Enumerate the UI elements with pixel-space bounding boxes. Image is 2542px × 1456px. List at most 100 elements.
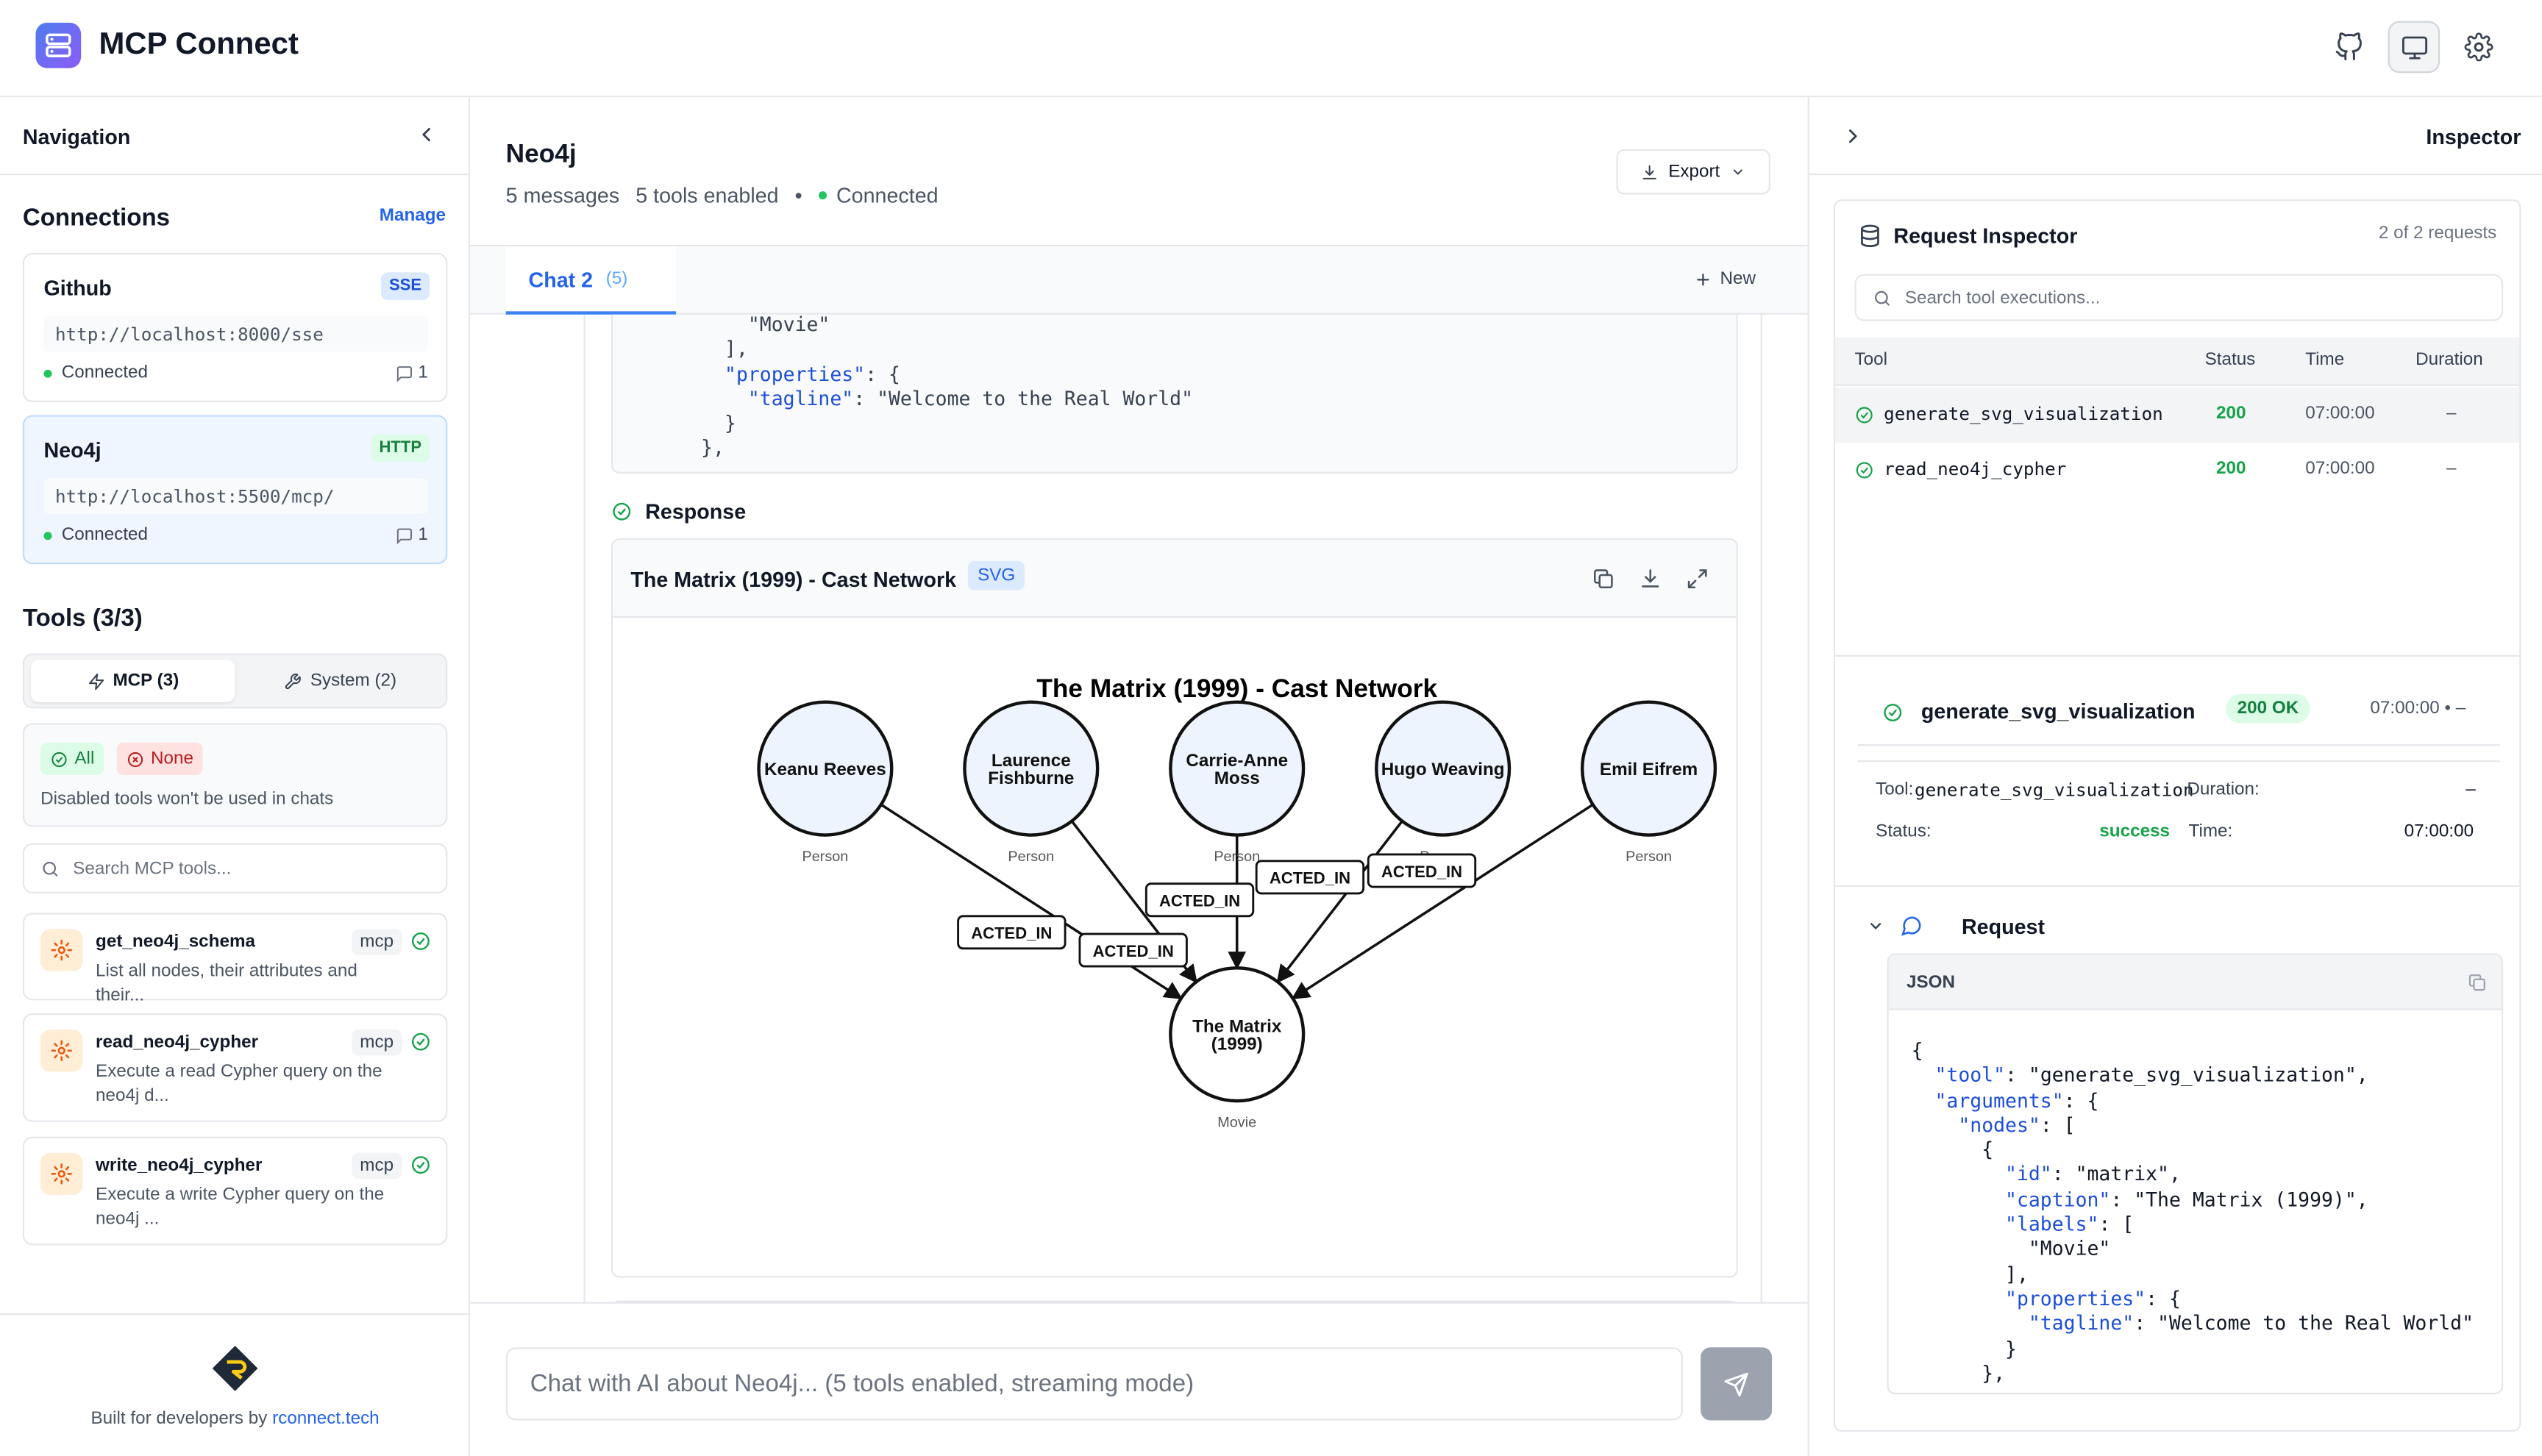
select-all-label: All [74, 749, 95, 769]
code-text: }, [701, 437, 725, 460]
check-circle-icon[interactable] [410, 1155, 432, 1176]
server-icon [46, 33, 71, 57]
left-sidebar: Navigation Connections Manage Github SSE… [0, 97, 471, 1456]
row-duration: – [2446, 404, 2457, 424]
check-circle-icon[interactable] [410, 931, 432, 952]
download-icon[interactable] [1639, 568, 1662, 590]
code-key: "tagline" [2028, 1312, 2135, 1335]
code-line: "arguments": { [1912, 1089, 2474, 1114]
code-line: "tagline": "Welcome to the Real World" [677, 388, 1193, 413]
connection-card-github[interactable]: Github SSE http://localhost:8000/sse Con… [22, 252, 448, 402]
footer-link[interactable]: rconnect.tech [272, 1409, 380, 1428]
message-circle-icon [1901, 916, 1921, 936]
request-section: Request [1835, 885, 2520, 939]
tab-mcp-tools[interactable]: MCP (3) [30, 660, 235, 702]
github-button[interactable] [2323, 21, 2375, 74]
column-duration: Duration [2415, 350, 2483, 370]
code-line: }, [677, 437, 1193, 462]
chevron-down-icon [1733, 169, 1742, 175]
message-count: 1 [396, 363, 428, 382]
edge-label: ACTED_IN [1093, 942, 1174, 960]
monitor-button[interactable] [2388, 21, 2440, 74]
tool-description: Execute a write Cypher query on the neo4… [96, 1185, 385, 1230]
tab-chat-2[interactable]: Chat 2 (5) [505, 246, 677, 315]
zap-icon [88, 672, 104, 690]
code-key: "tool" [1934, 1064, 2006, 1087]
detail-duration-value: – [2466, 779, 2476, 800]
execution-detail: generate_svg_visualization 200 OK 07:00:… [1835, 654, 2520, 841]
code-key: "properties" [2005, 1287, 2146, 1310]
app-title: MCP Connect [99, 27, 299, 62]
tools-segmented-control: MCP (3) System (2) [22, 653, 448, 709]
select-none-button[interactable]: None [116, 742, 204, 775]
json-header: JSON [1888, 954, 2502, 1010]
executions-table-header: Tool Status Time Duration [1835, 337, 2520, 386]
chevron-right-icon[interactable] [1842, 125, 1865, 148]
meta-separator: • [794, 183, 802, 208]
send-button[interactable] [1701, 1347, 1773, 1421]
connection-url: http://localhost:5500/mcp/ [43, 478, 428, 514]
check-circle-icon[interactable] [410, 1031, 432, 1052]
select-none-label: None [150, 749, 193, 769]
select-all-button[interactable]: All [40, 742, 104, 775]
connection-status: Connected [43, 363, 148, 382]
tool-source-tag: mcp [352, 1152, 402, 1179]
code-text: } [724, 412, 736, 435]
tools-enabled-count: 5 tools enabled [636, 183, 779, 208]
code-key: "id" [2005, 1163, 2052, 1186]
execution-search-input[interactable]: Search tool executions... [1854, 274, 2504, 321]
tool-description: List all nodes, their attributes and the… [96, 961, 357, 1006]
message-scroll[interactable]: "Movie" ], "properties": { "tagline": "W… [470, 314, 1807, 1302]
check-circle-icon [1884, 704, 1902, 721]
tool-search-input[interactable]: Search MCP tools... [22, 843, 448, 893]
detail-status-label: Status: [1876, 821, 1932, 842]
copy-icon[interactable] [1592, 568, 1614, 590]
tool-item-get-neo4j-schema[interactable]: get_neo4j_schema mcp List all nodes, the… [22, 913, 448, 1005]
connection-status: Connected [818, 183, 939, 207]
footer-text: Built for developers by rconnect.tech [0, 1409, 470, 1428]
code-line: "Movie" [1912, 1238, 2474, 1263]
code-line: { [1912, 1138, 2474, 1163]
node-name-line: Laurence [991, 751, 1071, 771]
connection-name: Github [43, 275, 112, 300]
tool-item-read-neo4j-cypher[interactable]: read_neo4j_cypher mcp Execute a read Cyp… [22, 1013, 448, 1122]
tool-item-write-neo4j-cypher[interactable]: write_neo4j_cypher mcp Execute a write C… [22, 1136, 448, 1246]
chat-tabs: Chat 2 (5) New [470, 246, 1808, 315]
table-row[interactable]: generate_svg_visualization 200 07:00:00 … [1835, 387, 2520, 443]
status-dot [43, 368, 52, 377]
code-text: : "Welcome to the Real World" [853, 387, 1194, 410]
gear-icon [51, 1040, 72, 1061]
code-line: { [1912, 1039, 2474, 1064]
person-node-name: Emil Eifrem [1600, 760, 1698, 779]
request-title: Request [1961, 914, 2046, 939]
code-text: : [ [2098, 1213, 2135, 1236]
tool-description: Execute a read Cypher query on the neo4j… [96, 1062, 382, 1106]
detail-tool-label: Tool: [1876, 779, 1914, 800]
chat-input[interactable]: Chat with AI about Neo4j... (5 tools ena… [505, 1347, 1683, 1421]
export-button[interactable]: Export [1616, 149, 1770, 195]
node-name-line: Keanu Reeves [764, 760, 886, 779]
expand-icon[interactable] [1686, 568, 1709, 590]
execution-search-placeholder: Search tool executions... [1904, 288, 2101, 307]
manage-link[interactable]: Manage [380, 206, 446, 225]
code-line: "caption": "The Matrix (1999)", [1912, 1188, 2474, 1213]
search-icon [1875, 290, 1890, 305]
copy-icon[interactable] [2468, 973, 2487, 992]
table-row[interactable]: read_neo4j_cypher 200 07:00:00 – [1835, 443, 2519, 498]
connection-card-neo4j[interactable]: Neo4j HTTP http://localhost:5500/mcp/ Co… [22, 415, 448, 565]
github-icon [2335, 32, 2362, 60]
code-line: } [677, 412, 1193, 437]
message-count: 1 [396, 525, 428, 545]
chevron-left-icon[interactable] [415, 124, 438, 146]
tools-title: Tools (3/3) [22, 604, 143, 632]
settings-button[interactable] [2453, 21, 2505, 74]
new-chat-button[interactable]: New [1694, 269, 1756, 288]
chevron-down-icon[interactable] [1866, 916, 1885, 935]
person-node-name: Hugo Weaving [1381, 760, 1505, 779]
code-text: { [1982, 1138, 1994, 1162]
footer-prefix: Built for developers by [90, 1409, 273, 1429]
edge-label: ACTED_IN [1159, 892, 1240, 910]
rconnect-logo [212, 1346, 258, 1391]
node-type-label: Movie [1217, 1114, 1256, 1130]
tab-system-tools[interactable]: System (2) [238, 660, 443, 702]
